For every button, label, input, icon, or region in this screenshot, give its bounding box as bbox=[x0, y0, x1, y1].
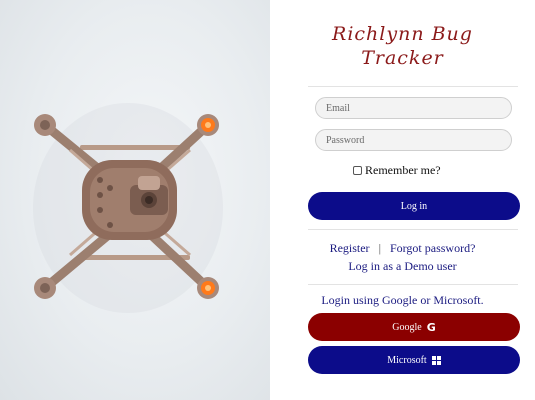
remember-me-row[interactable]: Remember me? bbox=[353, 162, 441, 178]
login-panel: Richlynn Bug Tracker Remember me? Log in… bbox=[270, 0, 535, 400]
brand-title: Richlynn Bug Tracker bbox=[270, 22, 535, 70]
password-input[interactable] bbox=[315, 129, 512, 151]
brand-title-line2: Tracker bbox=[361, 47, 444, 69]
microsoft-login-button[interactable]: Microsoft bbox=[308, 346, 520, 374]
account-links-row: Register | Forgot password? bbox=[270, 241, 535, 256]
link-separator: | bbox=[378, 241, 381, 255]
forgot-password-link[interactable]: Forgot password? bbox=[390, 241, 475, 255]
google-g-icon: G bbox=[426, 320, 436, 334]
login-button-label: Log in bbox=[400, 200, 428, 212]
divider bbox=[308, 229, 518, 230]
microsoft-button-label: Microsoft bbox=[387, 354, 427, 366]
demo-link-row: Log in as a Demo user bbox=[270, 259, 535, 274]
oauth-heading: Login using Google or Microsoft. bbox=[321, 293, 484, 307]
demo-login-link[interactable]: Log in as a Demo user bbox=[348, 259, 456, 273]
google-login-button[interactable]: Google G bbox=[308, 313, 520, 341]
hero-image bbox=[0, 0, 270, 400]
remember-me-label: Remember me? bbox=[365, 162, 441, 177]
login-button[interactable]: Log in bbox=[308, 192, 520, 220]
register-link[interactable]: Register bbox=[330, 241, 370, 255]
brand-title-line1: Richlynn Bug bbox=[332, 23, 473, 45]
drone-image bbox=[33, 103, 223, 313]
remember-me-checkbox[interactable] bbox=[353, 165, 362, 175]
email-input[interactable] bbox=[315, 97, 512, 119]
divider bbox=[308, 284, 518, 285]
google-button-label: Google bbox=[392, 321, 422, 333]
divider bbox=[308, 86, 518, 87]
windows-logo-icon bbox=[431, 355, 441, 365]
